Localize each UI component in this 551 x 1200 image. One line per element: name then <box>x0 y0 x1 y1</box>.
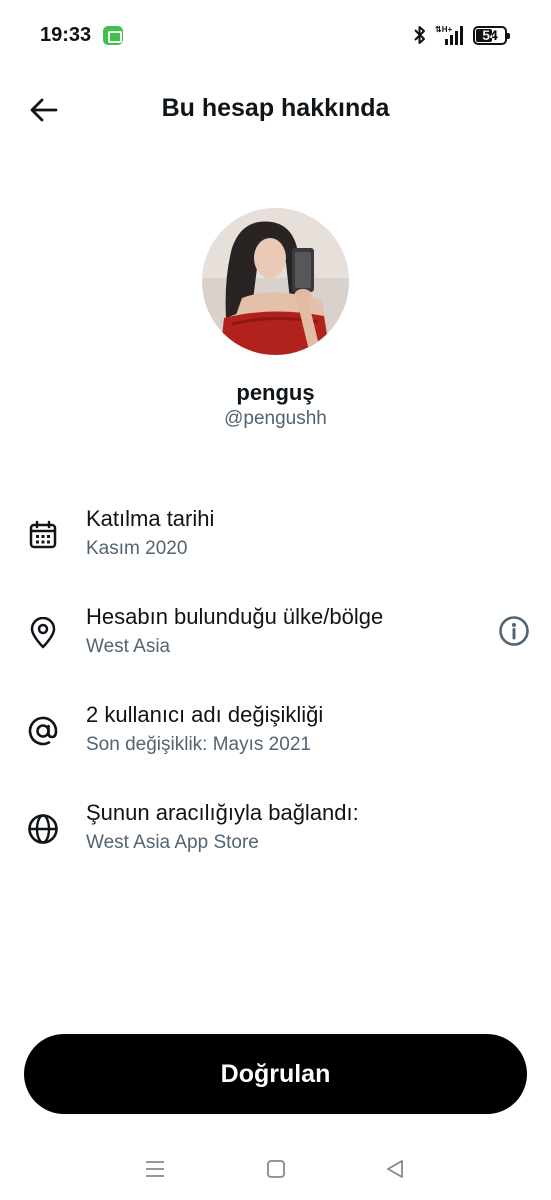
signal-icon: ⇅H+ <box>435 24 465 46</box>
at-sign-icon <box>24 712 62 750</box>
info-subtitle: Son değişiklik: Mayıs 2021 <box>86 734 311 755</box>
info-subtitle: West Asia App Store <box>86 832 259 853</box>
info-row-username-changes: 2 kullanıcı adı değişikliği Son değişikl… <box>0 702 551 772</box>
status-bar: 19:33 ⇅H+ 54 <box>0 0 551 70</box>
info-title: Katılma tarihi <box>86 506 215 531</box>
home-square-icon[interactable] <box>261 1154 291 1184</box>
system-nav-bar <box>0 1140 551 1200</box>
info-subtitle: West Asia <box>86 636 171 657</box>
avatar[interactable] <box>202 208 349 355</box>
info-subtitle: Kasım 2020 <box>86 538 188 559</box>
globe-icon <box>24 810 62 848</box>
info-row-join-date: Katılma tarihi Kasım 2020 <box>0 506 551 576</box>
location-pin-icon <box>24 614 62 652</box>
back-triangle-icon[interactable] <box>380 1154 410 1184</box>
info-row-country: Hesabın bulunduğu ülke/bölge West Asia <box>0 604 551 674</box>
username-handle: @pengushh <box>224 408 327 429</box>
message-app-icon <box>103 26 123 45</box>
info-title: Hesabın bulunduğu ülke/bölge <box>86 604 384 629</box>
verified-button[interactable]: Doğrulan <box>24 1034 527 1114</box>
display-name: penguş <box>236 380 315 405</box>
status-time: 19:33 <box>40 24 92 46</box>
profile-photo <box>202 208 349 355</box>
calendar-icon <box>24 516 62 554</box>
battery-level: 54 <box>482 26 498 43</box>
info-circle-icon[interactable] <box>497 614 531 648</box>
page-title: Bu hesap hakkında <box>161 94 390 122</box>
status-icons: ⇅H+ 54 <box>413 22 510 48</box>
info-title: Şunun aracılığıyla bağlandı: <box>86 800 359 825</box>
info-title: 2 kullanıcı adı değişikliği <box>86 702 324 727</box>
menu-icon[interactable] <box>140 1154 170 1184</box>
info-row-connected-via: Şunun aracılığıyla bağlandı: West Asia A… <box>0 800 551 870</box>
svg-text:⇅H+: ⇅H+ <box>435 25 452 34</box>
bluetooth-icon <box>413 24 427 46</box>
battery-icon: 54 <box>473 25 510 45</box>
